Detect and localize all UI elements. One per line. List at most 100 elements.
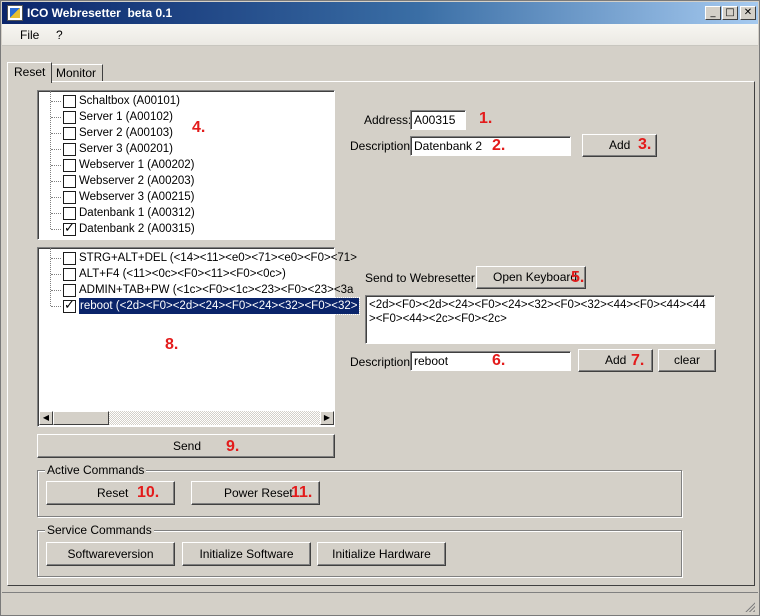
horizontal-scrollbar[interactable]: ◀ ▶ [39, 411, 334, 425]
add-device-button-label: Add [609, 138, 631, 152]
tab-reset[interactable]: Reset [7, 62, 53, 83]
initialize-software-button[interactable]: Initialize Software [182, 542, 311, 566]
command-item[interactable]: ADMIN+TAB+PW (<1c><F0><1c><23><F0><23><3… [38, 282, 353, 298]
minimize-button[interactable]: _ [705, 6, 721, 20]
device-item-label: Webserver 3 (A00215) [79, 191, 195, 203]
send-to-label: Send to Webresetter: [365, 271, 479, 285]
annotation-1: 1. [479, 110, 493, 127]
device-item[interactable]: Webserver 3 (A00215) [38, 189, 334, 205]
command-textarea[interactable]: <2d><F0><2d><24><F0><24><32><F0><32><44>… [365, 295, 715, 344]
command-item[interactable]: ALT+F4 (<11><0c><F0><11><F0><0c>) [38, 266, 334, 282]
device-item-connector [51, 213, 61, 214]
resize-grip-icon[interactable] [743, 600, 755, 612]
device-item[interactable]: Server 1 (A00102) [38, 109, 334, 125]
maximize-button[interactable]: □ [722, 6, 738, 20]
device-item-connector [51, 165, 61, 166]
annotation-4: 4. [192, 119, 206, 136]
command-item-checkbox[interactable] [63, 252, 76, 265]
annotation-8: 8. [165, 336, 179, 353]
annotation-9: 9. [226, 438, 240, 455]
command-item-checkbox[interactable] [63, 284, 76, 297]
device-description-input[interactable]: Datenbank 2 [410, 136, 571, 156]
power-reset-button-label: Power Reset [224, 486, 293, 500]
annotation-6: 6. [492, 352, 506, 369]
device-item-checkbox[interactable] [63, 143, 76, 156]
active-commands-title: Active Commands [45, 463, 147, 477]
add-command-button-label: Add [605, 353, 627, 367]
device-item-connector [51, 149, 61, 150]
device-item[interactable]: Webserver 1 (A00202) [38, 157, 334, 173]
command-item-connector [51, 258, 61, 259]
device-item-connector [51, 117, 61, 118]
service-commands-title: Service Commands [45, 523, 154, 537]
device-item[interactable]: Schaltbox (A00101) [38, 93, 334, 109]
device-item-checkbox[interactable] [63, 127, 76, 140]
send-button[interactable]: Send [37, 434, 335, 458]
app-window: ICO Webresetter beta 0.1 _ □ ✕ File ? Re… [0, 0, 760, 616]
command-description-input[interactable]: reboot [410, 351, 571, 371]
title-bar[interactable]: ICO Webresetter beta 0.1 _ □ ✕ [2, 2, 758, 24]
device-item-checkbox[interactable] [63, 159, 76, 172]
device-item[interactable]: Server 2 (A00103) [38, 125, 334, 141]
open-keyboard-button[interactable]: Open Keyboard [476, 266, 586, 289]
menu-bar: File ? [2, 24, 758, 46]
command-item-connector [51, 274, 61, 275]
device-item-connector [51, 197, 61, 198]
command-item-checkbox[interactable] [63, 268, 76, 281]
address-label: Address: [364, 113, 412, 127]
command-tree[interactable]: ◀ ▶ STRG+ALT+DEL (<14><11><e0><71><e0><F… [37, 247, 360, 427]
command-item-connector [51, 306, 61, 307]
device-item-checkbox[interactable] [63, 221, 76, 237]
device-item-checkbox[interactable] [63, 191, 76, 204]
reset-button-label: Reset [97, 486, 129, 500]
app-icon [7, 5, 23, 21]
scroll-left-icon[interactable]: ◀ [39, 411, 53, 425]
open-keyboard-button-label: Open Keyboard [493, 270, 578, 284]
tab-monitor[interactable]: Monitor [49, 64, 104, 82]
command-item[interactable]: STRG+ALT+DEL (<14><11><e0><71><e0><F0><7… [38, 250, 357, 266]
device-item-connector [51, 181, 61, 182]
device-tree[interactable]: Schaltbox (A00101) Server 1 (A00102) Serve… [37, 90, 335, 240]
menu-file[interactable]: File [20, 28, 39, 42]
command-item-label: STRG+ALT+DEL (<14><11><e0><71><e0><F0><7… [79, 252, 357, 264]
status-bar [2, 592, 758, 615]
clear-button[interactable]: clear [658, 349, 716, 372]
scrollbar-thumb[interactable] [53, 411, 109, 425]
menu-help[interactable]: ? [56, 28, 63, 42]
device-item-label: Webserver 1 (A00202) [79, 159, 195, 171]
command-item-label: reboot (<2d><F0><2d><24><F0><24><32><F0>… [78, 297, 360, 315]
device-item-connector [51, 101, 61, 102]
scroll-right-icon[interactable]: ▶ [320, 411, 334, 425]
annotation-2: 2. [492, 137, 506, 154]
device-item[interactable]: Datenbank 1 (A00312) [38, 205, 334, 221]
device-item-connector [51, 229, 61, 230]
device-item-label: Datenbank 2 (A00315) [79, 223, 195, 235]
send-button-label: Send [173, 439, 202, 453]
device-item-checkbox[interactable] [63, 175, 76, 188]
window-title: ICO Webresetter beta 0.1 [27, 6, 173, 20]
device-item-label: Server 2 (A00103) [79, 127, 173, 139]
address-input[interactable]: A00315 [410, 110, 466, 130]
command-item-label: ALT+F4 (<11><0c><F0><11><F0><0c>) [79, 268, 286, 280]
annotation-5: 5. [571, 269, 585, 286]
device-item[interactable]: Webserver 2 (A00203) [38, 173, 334, 189]
device-item[interactable]: Datenbank 2 (A00315) [38, 221, 334, 237]
device-item[interactable]: Server 3 (A00201) [38, 141, 334, 157]
device-description-label: Description: [350, 139, 414, 153]
device-item-label: Schaltbox (A00101) [79, 95, 181, 107]
command-item-checkbox[interactable] [63, 298, 76, 314]
device-item-connector [51, 133, 61, 134]
annotation-10: 10. [137, 484, 160, 501]
annotation-11: 11. [291, 484, 313, 501]
device-item-checkbox[interactable] [63, 95, 76, 108]
annotation-3: 3. [638, 136, 652, 153]
softwareversion-button[interactable]: Softwareversion [46, 542, 175, 566]
device-item-checkbox[interactable] [63, 111, 76, 124]
command-item-label: ADMIN+TAB+PW (<1c><F0><1c><23><F0><23><3… [79, 284, 354, 296]
device-item-label: Datenbank 1 (A00312) [79, 207, 195, 219]
command-item[interactable]: reboot (<2d><F0><2d><24><F0><24><32><F0>… [38, 297, 360, 315]
close-button[interactable]: ✕ [740, 6, 756, 20]
initialize-hardware-button[interactable]: Initialize Hardware [317, 542, 446, 566]
device-item-checkbox[interactable] [63, 207, 76, 220]
annotation-7: 7. [631, 352, 645, 369]
